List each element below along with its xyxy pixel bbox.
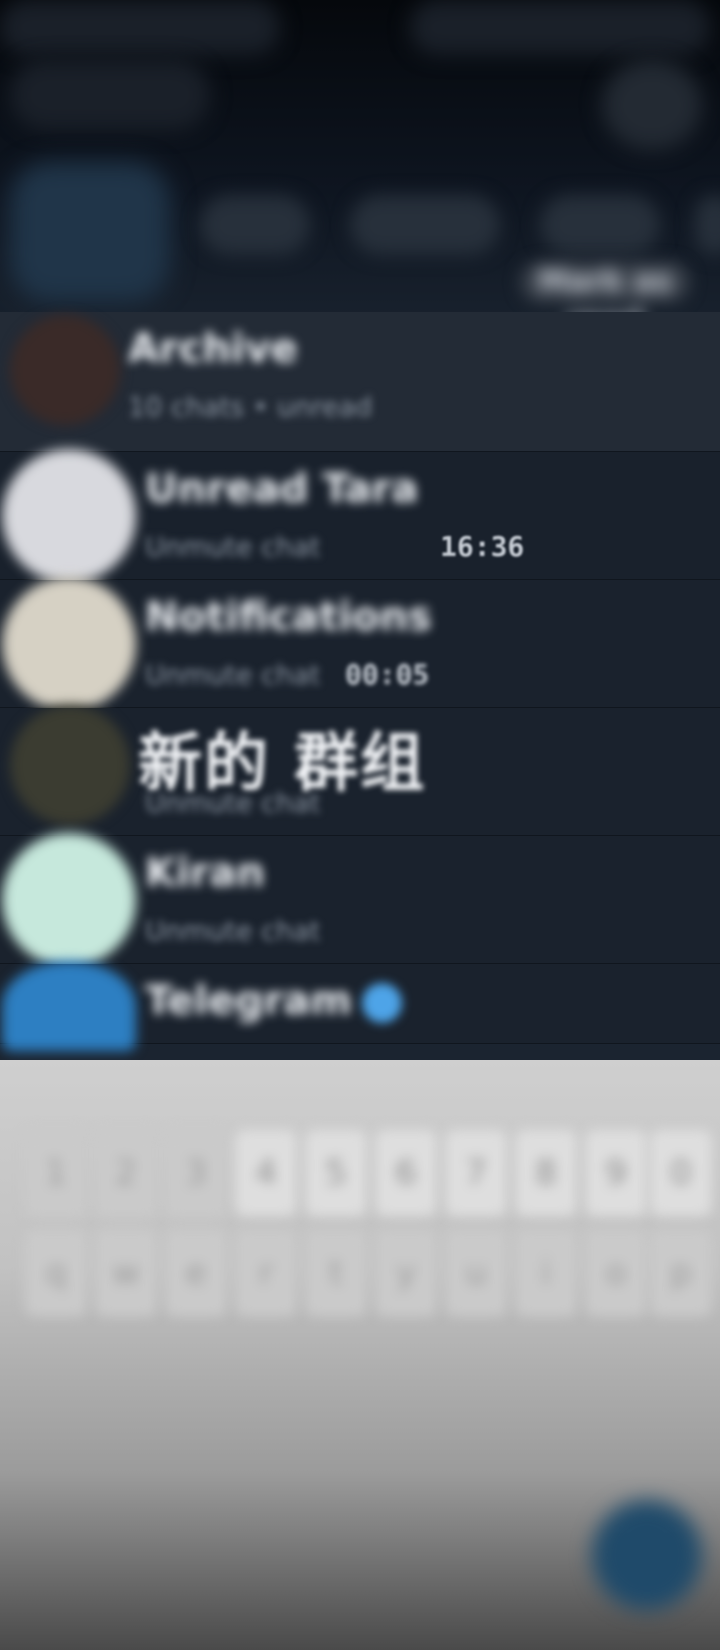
top-bar bbox=[0, 0, 720, 150]
chat-time-wrap: 00:05 bbox=[345, 658, 429, 691]
chat-item-archive[interactable]: Archive 10 chats • unread bbox=[0, 312, 720, 452]
menu-icon[interactable] bbox=[10, 60, 210, 130]
key[interactable]: e bbox=[165, 1230, 227, 1316]
key[interactable]: o bbox=[585, 1230, 647, 1316]
key[interactable]: p bbox=[650, 1230, 712, 1316]
key[interactable]: 6 bbox=[375, 1130, 437, 1216]
key[interactable]: r bbox=[235, 1230, 297, 1316]
chat-name: Notifications bbox=[145, 594, 432, 640]
key[interactable]: 2 bbox=[95, 1130, 157, 1216]
avatar[interactable] bbox=[10, 162, 170, 302]
avatar bbox=[2, 449, 136, 583]
chat-name-text: Telegram bbox=[145, 978, 352, 1024]
search-icon[interactable] bbox=[602, 60, 702, 150]
key[interactable]: 1 bbox=[25, 1130, 87, 1216]
key[interactable]: 4 bbox=[235, 1130, 297, 1216]
chat-subtitle: Unmute chat bbox=[145, 660, 321, 691]
avatar bbox=[2, 577, 136, 711]
key[interactable]: 8 bbox=[515, 1130, 577, 1216]
chat-preview: Unmute chat bbox=[145, 660, 320, 691]
avatar bbox=[2, 961, 136, 1051]
chat-subtitle: Unmute chat bbox=[145, 916, 321, 947]
avatar bbox=[2, 833, 136, 967]
mark-read-button[interactable]: Mark as read bbox=[520, 262, 690, 339]
key[interactable]: 7 bbox=[445, 1130, 507, 1216]
chat-list: Archive 10 chats • unread Unread Tara Un… bbox=[0, 312, 720, 1051]
keyboard: 1 2 3 4 5 6 7 8 9 0 q w e r t y u i o p bbox=[0, 1060, 720, 1650]
chat-item[interactable]: Kiran Unmute chat bbox=[0, 833, 720, 967]
tab-all[interactable] bbox=[200, 195, 310, 255]
key[interactable]: 5 bbox=[305, 1130, 367, 1216]
key[interactable]: w bbox=[95, 1230, 157, 1316]
tab-personal[interactable] bbox=[540, 195, 660, 255]
key[interactable]: u bbox=[445, 1230, 507, 1316]
key[interactable]: 0 bbox=[650, 1130, 712, 1216]
status-bar-left bbox=[0, 0, 280, 55]
chat-subtitle: 10 chats • unread bbox=[128, 392, 373, 423]
chat-name: Archive bbox=[128, 326, 298, 372]
pencil-icon[interactable] bbox=[592, 1500, 702, 1610]
chat-item[interactable]: 新的 群组 Unmute chat bbox=[0, 705, 720, 836]
chat-subtitle: Unmute chat bbox=[145, 788, 321, 819]
key[interactable]: t bbox=[305, 1230, 367, 1316]
chat-subtitle: Unmute chat bbox=[145, 532, 321, 563]
chat-preview: Unmute chat bbox=[145, 532, 320, 563]
chat-time: 00:05 bbox=[345, 658, 430, 691]
key[interactable]: 9 bbox=[585, 1130, 647, 1216]
chat-item[interactable]: Telegram bbox=[0, 961, 720, 1051]
chat-time: 16:36 bbox=[440, 530, 525, 563]
key[interactable]: i bbox=[515, 1230, 577, 1316]
key[interactable]: 3 bbox=[165, 1130, 227, 1216]
chat-item[interactable]: Notifications Unmute chat 00:05 bbox=[0, 577, 720, 711]
verified-badge-icon bbox=[361, 983, 402, 1023]
chat-name: Unread Tara bbox=[145, 466, 419, 512]
chat-time-wrap: 16:36 bbox=[440, 530, 524, 563]
archive-icon bbox=[10, 315, 120, 425]
tab-more[interactable] bbox=[695, 195, 720, 255]
chat-name: Kiran bbox=[145, 850, 265, 896]
chat-name: Telegram bbox=[145, 978, 402, 1024]
folder-tabs: Mark as read bbox=[0, 150, 720, 339]
chat-item[interactable]: Unread Tara Unmute chat 16:36 bbox=[0, 449, 720, 583]
avatar bbox=[10, 705, 130, 825]
key[interactable]: y bbox=[375, 1230, 437, 1316]
tab-unread[interactable] bbox=[350, 195, 500, 255]
key[interactable]: q bbox=[25, 1230, 87, 1316]
status-bar-right bbox=[410, 0, 710, 55]
